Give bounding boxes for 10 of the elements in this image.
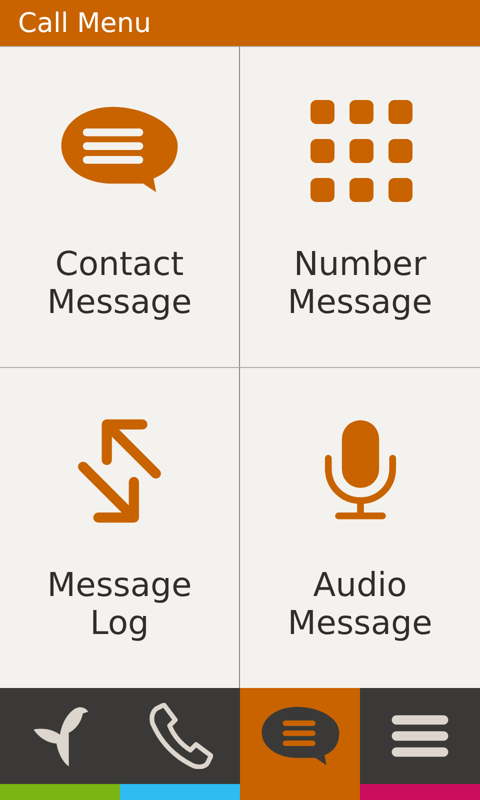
menu-tile[interactable]: Message Log [0, 367, 240, 688]
tile-label: Audio Message [286, 566, 434, 642]
phone-icon [147, 703, 213, 769]
menu-tile[interactable]: Contact Message [0, 46, 240, 367]
tile-label: Message Log [46, 566, 193, 642]
menu-tile[interactable]: Number Message [240, 46, 480, 367]
tile-label: Contact Message [46, 245, 193, 321]
screen-title: Call Menu [18, 8, 152, 38]
tile-label: Number Message [286, 245, 434, 321]
menu-tile[interactable]: Audio Message [240, 367, 480, 688]
